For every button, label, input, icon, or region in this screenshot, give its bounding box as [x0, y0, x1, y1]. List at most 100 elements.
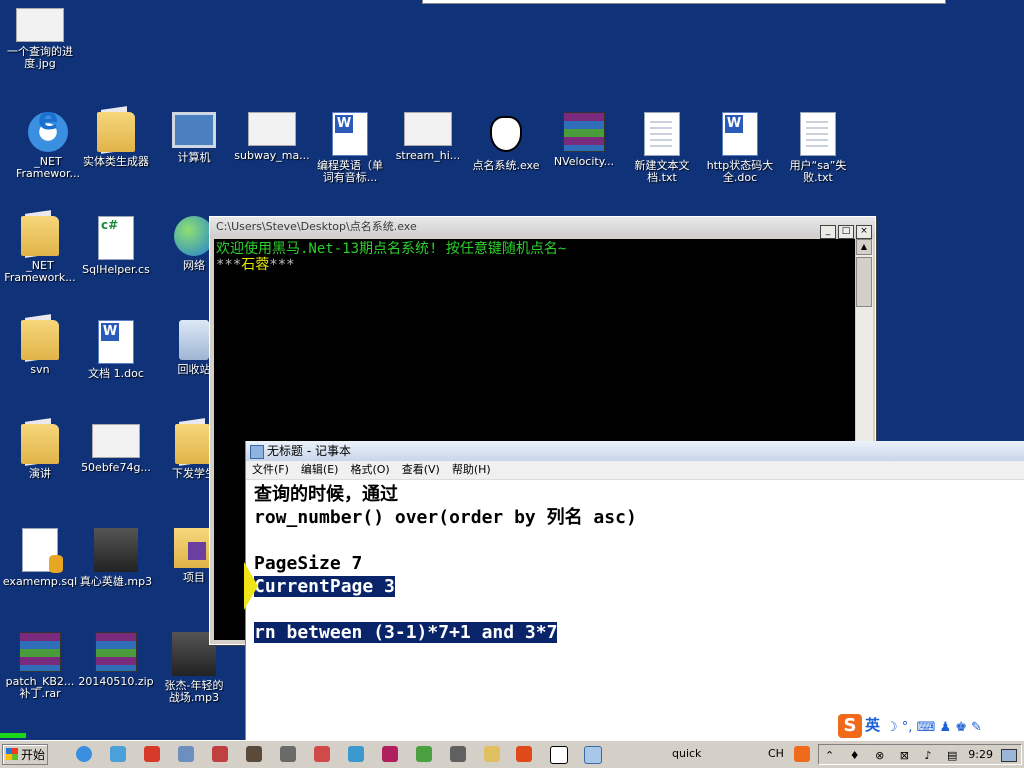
folder-taskbar-icon[interactable]	[484, 746, 500, 762]
console-name-line: ***石蓉***	[216, 257, 855, 273]
desktop-icon[interactable]: examemp.sql	[0, 528, 80, 588]
app-taskbar-icon[interactable]	[516, 746, 532, 762]
console-taskbar-icon[interactable]	[550, 746, 568, 764]
mp3-file-icon	[94, 528, 138, 572]
language-indicator[interactable]: CH	[768, 744, 784, 764]
desktop-icon-label: 实体类生成器	[83, 155, 149, 168]
notepad-line: CurrentPage 3	[254, 575, 1024, 598]
sogou-tray-icon[interactable]	[794, 746, 810, 762]
desktop-icon-label: 点名系统.exe	[472, 159, 540, 172]
word-doc-icon	[722, 112, 758, 156]
app-taskbar-icon[interactable]	[212, 746, 228, 762]
clock[interactable]: 9:29	[968, 745, 993, 765]
menu-help[interactable]: 帮助(H)	[452, 463, 491, 476]
ime-tool-icons[interactable]: ☽ °, ⌨ ♟ ♚ ✎	[886, 720, 982, 735]
show-desktop-icon[interactable]	[1001, 749, 1017, 762]
app-taskbar-icon[interactable]	[450, 746, 466, 762]
notepad-text-area[interactable]: 查询的时候，通过 row_number() over(order by 列名 as…	[254, 483, 1024, 741]
close-button[interactable]: ×	[856, 225, 872, 239]
vs-folder-icon	[174, 528, 214, 568]
ime-toolbar[interactable]: S 英 ☽ °, ⌨ ♟ ♚ ✎	[838, 714, 1024, 740]
quick-launch-label[interactable]: quick	[672, 744, 701, 764]
app-taskbar-icon[interactable]	[416, 746, 432, 762]
text-file-icon	[644, 112, 680, 156]
image-file-icon	[404, 112, 452, 146]
notepad-menubar: 文件(F) 编辑(E) 格式(O) 查看(V) 帮助(H)	[246, 461, 1024, 480]
desktop-icon[interactable]: SqlHelper.cs	[76, 216, 156, 276]
desktop-icon[interactable]: 实体类生成器	[76, 112, 156, 168]
line-text: 查询的时候，通过	[254, 484, 398, 505]
desktop-icon-label: SqlHelper.cs	[82, 263, 150, 276]
rar-archive-icon	[563, 112, 605, 152]
folder-icon	[175, 424, 213, 464]
app-taskbar-icon[interactable]	[144, 746, 160, 762]
console-picked-name: 石蓉	[241, 257, 270, 273]
notepad-title: 无标题 - 记事本	[267, 444, 351, 458]
text-file-icon	[800, 112, 836, 156]
desktop-icon[interactable]: 演讲	[0, 424, 80, 480]
sogou-logo-icon[interactable]: S	[838, 714, 862, 738]
notepad-window[interactable]: 无标题 - 记事本 文件(F) 编辑(E) 格式(O) 查看(V) 帮助(H) 查询的时…	[245, 441, 1024, 741]
ie-taskbar-icon[interactable]	[76, 746, 92, 762]
app-taskbar-icon[interactable]	[110, 746, 126, 762]
desktop-icon[interactable]: NVelocity...	[544, 112, 624, 168]
desktop-icon[interactable]: svn	[0, 320, 80, 376]
console-titlebar[interactable]: C:\Users\Steve\Desktop\点名系统.exe _ □ ×	[210, 217, 875, 239]
sql-file-icon	[22, 528, 63, 573]
desktop-icon[interactable]: 新建文本文 档.txt	[622, 112, 702, 184]
app-taskbar-icon[interactable]	[280, 746, 296, 762]
app-taskbar-icon[interactable]	[348, 746, 364, 762]
menu-format[interactable]: 格式(O)	[350, 463, 389, 476]
menu-edit[interactable]: 编辑(E)	[301, 463, 339, 476]
desktop-icon[interactable]: _NET Framework...	[0, 216, 80, 284]
scroll-up-arrow-icon[interactable]: ▲	[856, 239, 872, 255]
recycle-bin-icon	[179, 320, 209, 360]
desktop-icon-label: 50ebfe74g...	[81, 461, 151, 474]
start-button[interactable]: 开始	[2, 744, 48, 765]
desktop-icon[interactable]: 点名系统.exe	[466, 112, 546, 172]
rar-archive-icon	[19, 632, 61, 672]
progress-strip	[0, 733, 26, 738]
notepad-line: 查询的时候，通过	[254, 483, 1024, 506]
desktop-icon[interactable]: 文档 1.doc	[76, 320, 156, 380]
desktop-icon[interactable]: 计算机	[154, 112, 234, 164]
notepad-taskbar-icon[interactable]	[584, 746, 602, 764]
partial-window-edge	[422, 0, 946, 4]
line-text: PageSize 7	[254, 553, 363, 574]
tray-icons[interactable]: ⌃ ♦ ⊗ ⊠ ♪ ▤	[825, 749, 963, 762]
desktop-icon[interactable]: patch_KB2... 补丁.rar	[0, 632, 80, 700]
desktop-icon-label: 编程英语（单 词有音标...	[317, 159, 383, 184]
desktop-icon[interactable]: http状态码大 全.doc	[700, 112, 780, 184]
maximize-button[interactable]: □	[838, 225, 854, 239]
desktop-icon[interactable]: 用户“sa”失 败.txt	[778, 112, 858, 184]
desktop-icon[interactable]: 20140510.zip	[76, 632, 156, 688]
desktop-icon[interactable]: stream_hi...	[388, 112, 468, 162]
desktop-icon-label: 演讲	[29, 467, 51, 480]
desktop-icon-label: 20140510.zip	[78, 675, 154, 688]
notepad-titlebar[interactable]: 无标题 - 记事本	[246, 441, 1024, 461]
desktop-icon[interactable]: 一个查询的进 度.jpg	[0, 8, 80, 70]
app-taskbar-icon[interactable]	[314, 746, 330, 762]
desktop-icon-label: stream_hi...	[395, 149, 461, 162]
desktop-icon-label: 一个查询的进 度.jpg	[7, 45, 73, 70]
notepad-line: row_number() over(order by 列名 asc)	[254, 506, 1024, 529]
app-taskbar-icon[interactable]	[246, 746, 262, 762]
minimize-button[interactable]: _	[820, 225, 836, 239]
ime-mode-toggle[interactable]: 英	[865, 716, 880, 734]
app-taskbar-icon[interactable]	[382, 746, 398, 762]
menu-file[interactable]: 文件(F)	[252, 463, 289, 476]
scroll-thumb[interactable]	[856, 257, 872, 307]
desktop-icon[interactable]: 真心英雄.mp3	[76, 528, 156, 588]
desktop-icon[interactable]: 编程英语（单 词有音标...	[310, 112, 390, 184]
notepad-app-icon	[250, 444, 264, 459]
app-taskbar-icon[interactable]	[178, 746, 194, 762]
desktop-icon[interactable]: 50ebfe74g...	[76, 424, 156, 474]
folder-icon	[21, 424, 59, 464]
desktop-icon-label: subway_ma...	[234, 149, 310, 162]
desktop-icon-label: 新建文本文 档.txt	[634, 159, 690, 184]
selected-text: rn between (3-1)*7+1 and 3*7	[254, 622, 558, 643]
system-tray: ⌃ ♦ ⊗ ⊠ ♪ ▤ 9:29	[818, 744, 1022, 765]
desktop-icon[interactable]: subway_ma...	[232, 112, 312, 162]
menu-view[interactable]: 查看(V)	[402, 463, 440, 476]
text-cursor-icon	[238, 578, 246, 596]
